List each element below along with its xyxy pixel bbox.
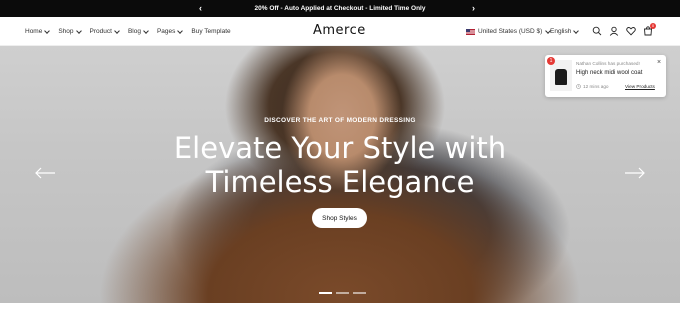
slide-pagination: [319, 292, 366, 294]
hero-eyebrow: DISCOVER THE ART OF MODERN DRESSING: [264, 117, 416, 124]
main-menu: Home Shop Product Blog Pages Buy Templat…: [25, 17, 231, 46]
cart-icon[interactable]: 0: [643, 23, 656, 36]
menu-item-buy-template[interactable]: Buy Template: [191, 28, 230, 35]
menu-item-pages[interactable]: Pages: [157, 27, 184, 35]
slide-dot-1[interactable]: [319, 292, 332, 294]
shop-styles-button[interactable]: Shop Styles: [312, 208, 367, 228]
hero-title: Elevate Your Style with Timeless Eleganc…: [0, 131, 680, 199]
chevron-down-icon: [143, 27, 149, 34]
currency-selector[interactable]: United States (USD $): [466, 17, 552, 46]
chevron-down-icon: [573, 27, 580, 34]
user-icon[interactable]: [609, 26, 619, 36]
language-selector[interactable]: English: [550, 17, 580, 46]
menu-item-blog[interactable]: Blog: [128, 27, 149, 35]
product-thumbnail[interactable]: [550, 60, 572, 91]
us-flag-icon: [466, 28, 475, 35]
cart-count-badge: 0: [650, 23, 656, 29]
chevron-down-icon: [75, 27, 82, 34]
announcement-bar: ‹ 20% Off - Auto Applied at Checkout - L…: [0, 0, 680, 17]
slide-dot-3[interactable]: [353, 292, 366, 294]
brand-logo[interactable]: Amerce: [313, 23, 366, 38]
time-ago: 12 mins ago: [576, 84, 609, 89]
prev-slide-arrow-icon[interactable]: [34, 166, 56, 180]
purchase-notification: 1 Nathan Collins has purchased! High nec…: [545, 55, 666, 97]
slide-dot-2[interactable]: [336, 292, 349, 294]
chevron-left-icon[interactable]: ‹: [199, 2, 202, 14]
chevron-right-icon[interactable]: ›: [472, 2, 475, 14]
hero-title-line-2: Timeless Elegance: [205, 165, 475, 199]
chevron-down-icon: [177, 27, 184, 34]
hero-title-line-1: Elevate Your Style with: [173, 131, 507, 165]
menu-item-product[interactable]: Product: [90, 27, 120, 35]
header: Home Shop Product Blog Pages Buy Templat…: [0, 17, 680, 46]
view-products-link[interactable]: View Products: [625, 84, 655, 89]
product-name[interactable]: High neck midi wool coat: [576, 70, 642, 76]
menu-item-home[interactable]: Home: [25, 27, 51, 35]
close-icon[interactable]: ×: [657, 59, 661, 66]
buyer-line: Nathan Collins has purchased!: [576, 61, 640, 66]
menu-item-shop[interactable]: Shop: [58, 27, 82, 35]
header-icons: 0: [592, 23, 656, 36]
heart-icon[interactable]: [626, 26, 636, 36]
next-slide-arrow-icon[interactable]: [624, 166, 646, 180]
chevron-down-icon: [44, 27, 51, 34]
chevron-down-icon: [114, 27, 120, 34]
notification-badge: 1: [547, 57, 555, 65]
announcement-text: 20% Off - Auto Applied at Checkout - Lim…: [254, 5, 426, 12]
search-icon[interactable]: [592, 26, 602, 36]
clock-icon: [576, 84, 581, 89]
